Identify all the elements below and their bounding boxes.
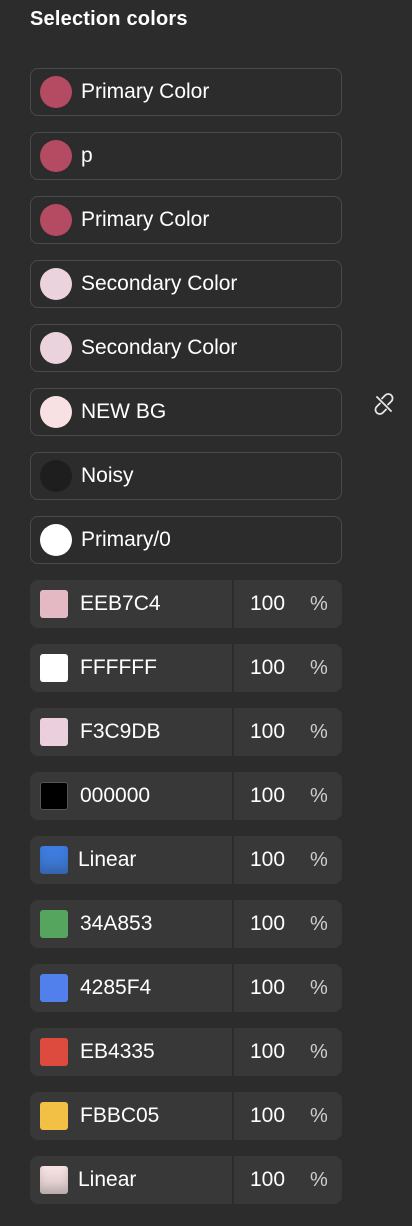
color-row-f3c9db[interactable]: F3C9DB 100 % <box>30 708 342 756</box>
style-row-secondary-color[interactable]: Secondary Color <box>30 260 342 308</box>
color-swatch[interactable] <box>40 974 68 1002</box>
opacity-value[interactable]: 100 <box>250 1092 285 1140</box>
opacity-value[interactable]: 100 <box>250 772 285 820</box>
color-row-linear-pink[interactable]: Linear 100 % <box>30 1156 342 1204</box>
color-swatch <box>40 332 72 364</box>
color-row-34a853[interactable]: 34A853 100 % <box>30 900 342 948</box>
divider <box>232 1028 234 1076</box>
percent-unit: % <box>310 1169 328 1191</box>
detach-link-icon[interactable] <box>369 389 399 419</box>
color-row-eb4335[interactable]: EB4335 100 % <box>30 1028 342 1076</box>
opacity-value[interactable]: 100 <box>250 708 285 756</box>
percent-unit: % <box>310 977 328 999</box>
percent-unit: % <box>310 785 328 807</box>
color-swatch[interactable] <box>40 590 68 618</box>
opacity-value[interactable]: 100 <box>250 900 285 948</box>
style-name: Primary/0 <box>81 528 171 551</box>
color-swatch[interactable] <box>40 1102 68 1130</box>
percent-unit: % <box>310 721 328 743</box>
percent-unit: % <box>310 913 328 935</box>
divider <box>232 836 234 884</box>
hex-value[interactable]: FFFFFF <box>80 656 232 680</box>
hex-value[interactable]: EEB7C4 <box>80 592 232 616</box>
gradient-swatch[interactable] <box>40 846 68 874</box>
percent-unit: % <box>310 849 328 871</box>
hex-value[interactable]: FBBC05 <box>80 1104 232 1128</box>
color-swatch[interactable] <box>40 718 68 746</box>
color-swatch <box>40 460 72 492</box>
divider <box>232 900 234 948</box>
opacity-value[interactable]: 100 <box>250 836 285 884</box>
opacity-value[interactable]: 100 <box>250 644 285 692</box>
gradient-type[interactable]: Linear <box>78 848 230 872</box>
color-swatch <box>40 396 72 428</box>
style-row-primary-0[interactable]: Primary/0 <box>30 516 342 564</box>
gradient-type[interactable]: Linear <box>78 1168 230 1192</box>
percent-unit: % <box>310 593 328 615</box>
style-name: Secondary Color <box>81 272 238 295</box>
gradient-swatch[interactable] <box>40 1166 68 1194</box>
color-row-ffffff[interactable]: FFFFFF 100 % <box>30 644 342 692</box>
color-row-fbbc05[interactable]: FBBC05 100 % <box>30 1092 342 1140</box>
selection-colors-list: Primary Color p Primary Color Secondary … <box>30 68 394 1220</box>
divider <box>232 964 234 1012</box>
style-name: NEW BG <box>81 400 167 423</box>
divider <box>232 644 234 692</box>
style-row-primary-color-2[interactable]: Primary Color <box>30 196 342 244</box>
hex-value[interactable]: 34A853 <box>80 912 232 936</box>
style-name: Primary Color <box>81 80 210 103</box>
color-row-eeb7c4[interactable]: EEB7C4 100 % <box>30 580 342 628</box>
color-swatch <box>40 140 72 172</box>
divider <box>232 772 234 820</box>
opacity-value[interactable]: 100 <box>250 964 285 1012</box>
style-row-noisy[interactable]: Noisy <box>30 452 342 500</box>
style-name: Secondary Color <box>81 336 238 359</box>
panel-title: Selection colors <box>30 8 188 30</box>
style-row-primary-color[interactable]: Primary Color <box>30 68 342 116</box>
color-row-4285f4[interactable]: 4285F4 100 % <box>30 964 342 1012</box>
opacity-value[interactable]: 100 <box>250 1156 285 1204</box>
divider <box>232 708 234 756</box>
color-swatch[interactable] <box>40 1038 68 1066</box>
color-swatch <box>40 76 72 108</box>
style-name: Primary Color <box>81 208 210 231</box>
color-swatch <box>40 204 72 236</box>
hex-value[interactable]: EB4335 <box>80 1040 232 1064</box>
divider <box>232 1092 234 1140</box>
percent-unit: % <box>310 657 328 679</box>
style-row-secondary-color-2[interactable]: Secondary Color <box>30 324 342 372</box>
color-row-000000[interactable]: 000000 100 % <box>30 772 342 820</box>
style-row-p[interactable]: p <box>30 132 342 180</box>
percent-unit: % <box>310 1105 328 1127</box>
color-swatch <box>40 524 72 556</box>
color-swatch[interactable] <box>40 782 68 810</box>
color-swatch[interactable] <box>40 654 68 682</box>
divider <box>232 1156 234 1204</box>
color-swatch[interactable] <box>40 910 68 938</box>
opacity-value[interactable]: 100 <box>250 1028 285 1076</box>
color-swatch <box>40 268 72 300</box>
opacity-value[interactable]: 100 <box>250 580 285 628</box>
hex-value[interactable]: F3C9DB <box>80 720 232 744</box>
color-row-linear-blue[interactable]: Linear 100 % <box>30 836 342 884</box>
divider <box>232 580 234 628</box>
style-row-new-bg[interactable]: NEW BG <box>30 388 394 436</box>
style-name: Noisy <box>81 464 134 487</box>
hex-value[interactable]: 4285F4 <box>80 976 232 1000</box>
percent-unit: % <box>310 1041 328 1063</box>
style-name: p <box>81 144 93 167</box>
hex-value[interactable]: 000000 <box>80 784 232 808</box>
